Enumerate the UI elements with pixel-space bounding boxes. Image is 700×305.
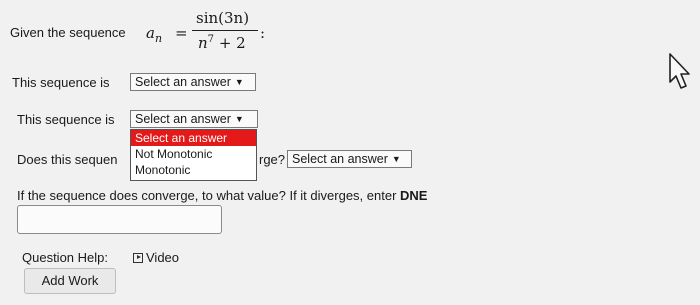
answer-input[interactable] [17,205,222,234]
row1-select-value: Select an answer [135,75,231,89]
chevron-down-icon: ▼ [234,77,244,87]
row3-label-right: rge? [259,152,286,167]
given-label: Given the sequence [10,25,126,40]
trailing-colon: : [260,24,266,42]
row2-select[interactable]: Select an answer ▼ [130,110,258,128]
row3-select[interactable]: Select an answer ▼ [287,150,412,168]
sequence-subscript: n [154,32,163,45]
chevron-down-icon: ▼ [391,154,401,164]
denominator-base: n [198,34,208,52]
dropdown-option-not-monotonic[interactable]: Not Monotonic [131,146,256,162]
sequence-symbol-a: a [146,24,155,42]
fraction-bar [192,30,258,31]
mouse-cursor-icon [669,53,690,89]
sequence-symbol: an [146,24,162,45]
question-help-label: Question Help: [22,250,108,265]
row4-label: If the sequence does converge, to what v… [17,188,427,203]
row1-label: This sequence is [12,75,110,90]
denominator-rest: + 2 [214,34,246,52]
add-work-button[interactable]: Add Work [24,268,116,294]
fraction-numerator: sin(3n) [196,9,250,27]
video-icon [133,253,143,263]
dropdown-option-monotonic[interactable]: Monotonic [131,162,256,178]
video-link-label: Video [146,250,180,265]
row2-dropdown-list: Select an answer Not Monotonic Monotonic [130,129,257,181]
row1-select[interactable]: Select an answer ▼ [130,73,256,91]
row2-select-value: Select an answer [135,112,231,126]
chevron-down-icon: ▼ [234,114,244,124]
row3-label-left: Does this sequen [17,152,118,167]
row4-label-bold: DNE [400,188,428,203]
row4-label-text: If the sequence does converge, to what v… [17,188,397,203]
fraction-denominator: n7 + 2 [198,34,246,52]
row2-label: This sequence is [17,112,115,127]
equals-sign: = [175,24,188,42]
row3-select-value: Select an answer [292,152,388,166]
video-link[interactable]: Video [133,250,179,265]
dropdown-option-select[interactable]: Select an answer [131,130,256,146]
